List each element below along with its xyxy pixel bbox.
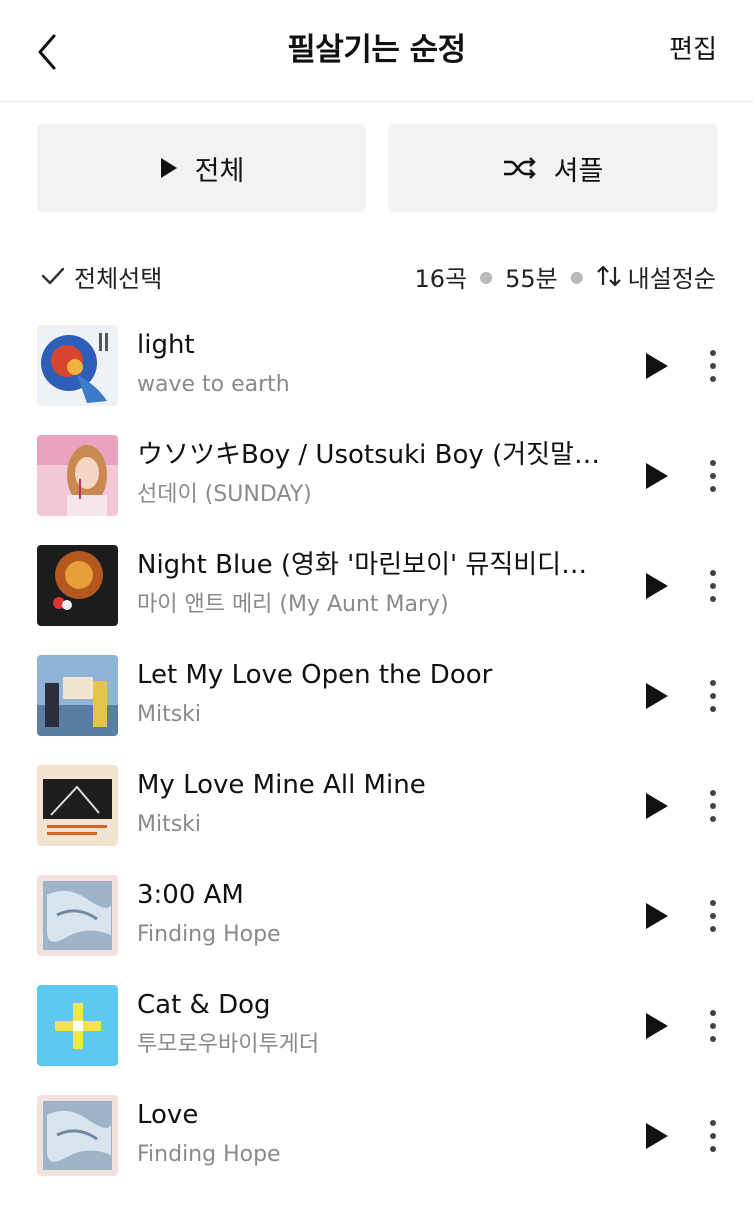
play-icon[interactable]	[642, 790, 672, 822]
track-artist: wave to earth	[137, 372, 290, 397]
track-artist: 마이 앤트 메리 (My Aunt Mary)	[137, 592, 449, 617]
more-vertical-icon[interactable]	[702, 1117, 724, 1155]
track-title: My Love Mine All Mine	[137, 770, 426, 800]
play-icon[interactable]	[642, 1010, 672, 1042]
track-count: 16곡	[414, 264, 468, 293]
track-artist: Finding Hope	[137, 1142, 281, 1167]
album-art	[37, 1095, 118, 1176]
sort-button[interactable]: 내설정순	[628, 259, 716, 294]
track-artist: Mitski	[137, 812, 202, 837]
album-art	[37, 875, 118, 956]
page-title: 필살기는 순정	[287, 32, 466, 68]
play-icon[interactable]	[642, 460, 672, 492]
track-artist: 선데이 (SUNDAY)	[137, 482, 312, 507]
separator-dot: ●	[479, 266, 494, 286]
total-duration: 55분	[505, 264, 558, 293]
track-row[interactable]: light wave to earth	[0, 325, 753, 435]
more-vertical-icon[interactable]	[702, 457, 724, 495]
album-art	[37, 985, 118, 1066]
separator-dot: ●	[569, 266, 584, 286]
more-vertical-icon[interactable]	[702, 787, 724, 825]
play-all-label: 전체	[194, 155, 245, 187]
shuffle-label: 셔플	[553, 155, 604, 187]
album-art	[37, 655, 118, 736]
more-vertical-icon[interactable]	[702, 347, 724, 385]
track-row[interactable]: Love Finding Hope	[0, 1095, 753, 1205]
play-icon	[159, 156, 179, 180]
select-all-label: 전체선택	[74, 264, 163, 293]
select-all-toggle[interactable]: 전체선택	[40, 256, 162, 296]
more-vertical-icon[interactable]	[702, 897, 724, 935]
track-row[interactable]: Cat & Dog 투모로우바이투게더	[0, 985, 753, 1095]
more-vertical-icon[interactable]	[702, 1007, 724, 1045]
track-row[interactable]: Night Blue (영화 '마린보이' 뮤직비디오 ... 마이 앤트 메리…	[0, 545, 753, 655]
track-row[interactable]: 3:00 AM Finding Hope	[0, 875, 753, 985]
check-icon	[41, 267, 65, 285]
track-title: light	[137, 330, 195, 360]
track-row[interactable]: ウソツキBoy / Usotsuki Boy (거짓말쟁이 Boy) 선데이 (…	[0, 435, 753, 545]
playlist-meta: 16곡 ● 55분 ● 내설정순	[414, 256, 716, 296]
track-title: 3:00 AM	[137, 880, 244, 910]
album-art	[37, 545, 118, 626]
track-title: Let My Love Open the Door	[137, 660, 493, 690]
edit-button[interactable]: 편집	[669, 32, 717, 68]
track-title: ウソツキBoy / Usotsuki Boy (거짓말쟁이 Boy)	[137, 440, 607, 470]
more-vertical-icon[interactable]	[702, 677, 724, 715]
album-art	[37, 765, 118, 846]
track-artist: Finding Hope	[137, 922, 281, 947]
track-row[interactable]: Let My Love Open the Door Mitski	[0, 655, 753, 765]
album-art	[37, 325, 118, 406]
play-icon[interactable]	[642, 900, 672, 932]
play-all-button[interactable]: 전체	[37, 124, 366, 212]
album-art	[37, 435, 118, 516]
play-icon[interactable]	[642, 680, 672, 712]
sort-icon[interactable]	[596, 264, 622, 288]
track-artist: 투모로우바이투게더	[137, 1032, 320, 1057]
play-icon[interactable]	[642, 350, 672, 382]
play-icon[interactable]	[642, 570, 672, 602]
header: 필살기는 순정 편집	[0, 0, 753, 102]
play-icon[interactable]	[642, 1120, 672, 1152]
track-row[interactable]: My Love Mine All Mine Mitski	[0, 765, 753, 875]
track-title: Night Blue (영화 '마린보이' 뮤직비디오 ...	[137, 550, 607, 580]
shuffle-icon	[502, 156, 538, 180]
more-vertical-icon[interactable]	[702, 567, 724, 605]
track-title: Love	[137, 1100, 199, 1130]
track-artist: Mitski	[137, 702, 202, 727]
shuffle-button[interactable]: 셔플	[388, 124, 717, 212]
track-title: Cat & Dog	[137, 990, 271, 1020]
